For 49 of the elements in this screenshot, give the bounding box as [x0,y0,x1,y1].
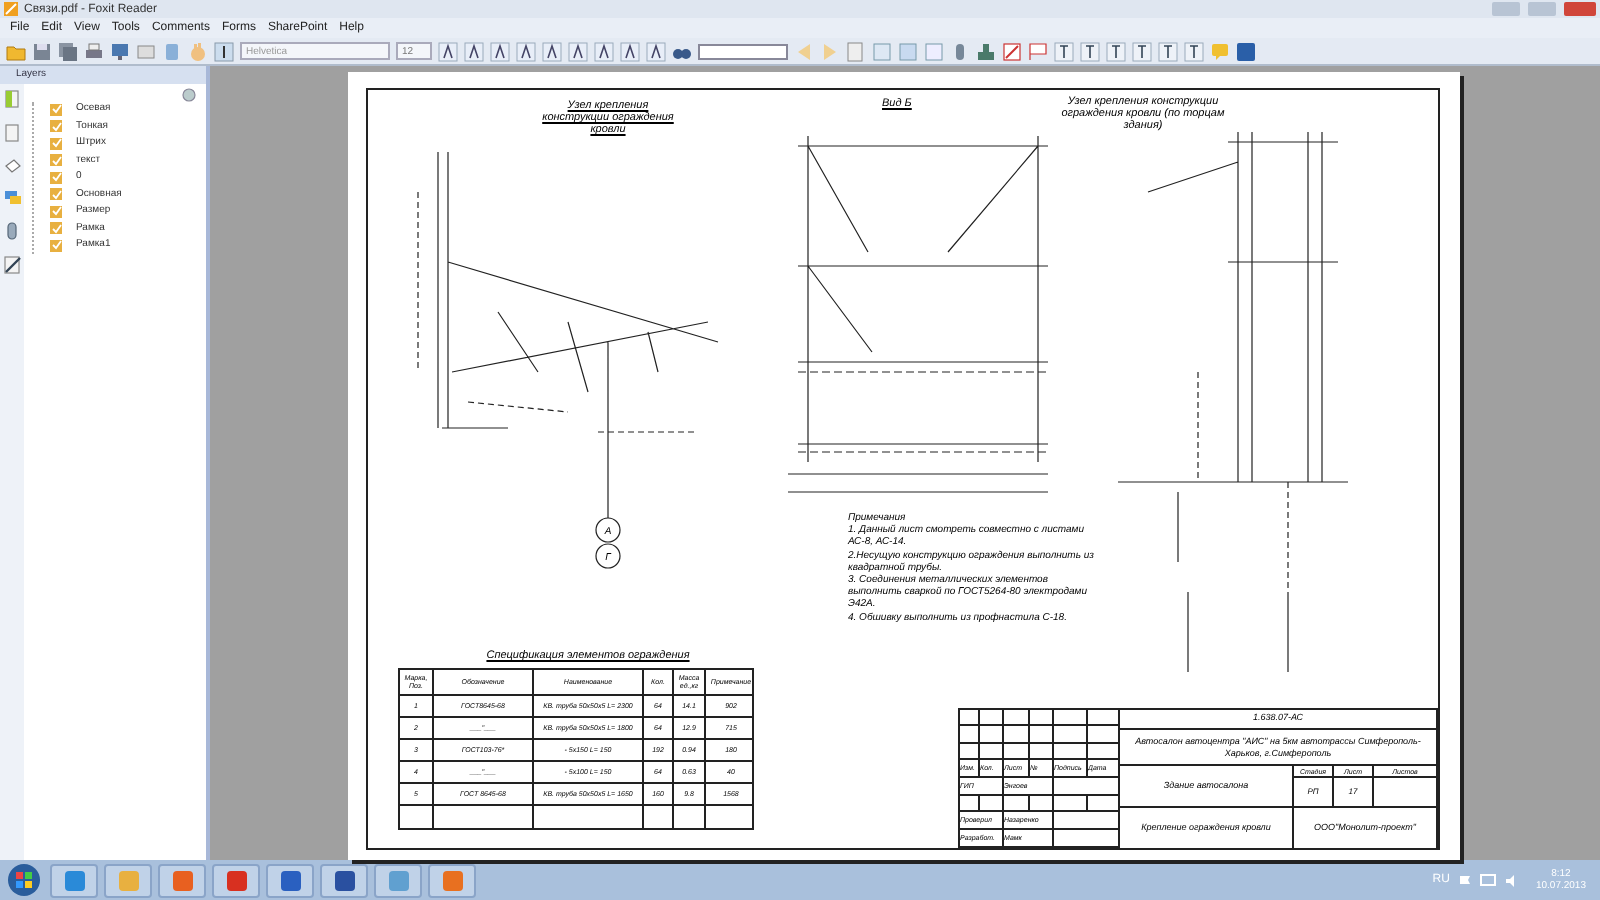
text-markup-icon[interactable] [1054,41,1074,61]
print-icon[interactable] [84,41,104,61]
text-markup-icon[interactable] [1158,41,1178,61]
layer-checkbox[interactable] [50,154,62,167]
speaker-icon[interactable] [1503,873,1520,887]
start-button[interactable] [6,862,42,898]
pencil-icon[interactable] [1002,41,1022,61]
text-format-icon[interactable] [568,41,588,61]
taskbar-button[interactable] [428,863,476,897]
layer-checkbox[interactable] [50,188,62,201]
paperclip-icon[interactable] [6,222,18,240]
select-text-icon[interactable] [214,41,234,61]
taskbar-button[interactable] [320,863,368,897]
pen-icon[interactable] [3,256,21,274]
layers-icon[interactable] [3,158,21,174]
comment-icon[interactable] [3,190,21,206]
text-format-icon[interactable] [646,41,666,61]
layer-checkbox[interactable] [50,171,62,184]
flag-icon[interactable] [1028,41,1048,61]
actual-size-icon[interactable] [924,41,944,61]
stamp-icon[interactable] [976,41,996,61]
text-format-icon[interactable] [438,41,458,61]
layer-checkbox[interactable] [50,222,62,235]
text-format-icon[interactable] [516,41,536,61]
flag-icon[interactable] [1457,873,1472,887]
monitor-icon[interactable] [110,41,130,61]
save-all-icon[interactable] [58,41,78,61]
layer-checkbox[interactable] [50,239,62,252]
save-icon[interactable] [32,41,52,61]
network-icon[interactable] [1479,873,1496,887]
taskbar-button[interactable] [374,863,422,897]
layer-checkbox[interactable] [50,120,62,133]
text-format-icon[interactable] [620,41,640,61]
layer-checkbox[interactable] [50,103,62,116]
text-markup-icon[interactable] [1184,41,1204,61]
search-field[interactable] [698,43,788,59]
settings-icon[interactable] [182,88,196,102]
text-markup-icon[interactable] [1132,41,1152,61]
layer-checkbox[interactable] [50,137,62,150]
text-format-icon[interactable] [464,41,484,61]
layer-checkbox[interactable] [50,205,62,218]
text-format-icon[interactable] [542,41,562,61]
text-markup-icon[interactable] [1080,41,1100,61]
paperclip-icon[interactable] [950,41,970,61]
fit-width-icon[interactable] [898,41,918,61]
fit-page-icon[interactable] [872,41,892,61]
text-markup-icon[interactable] [1106,41,1126,61]
text-format-icon[interactable] [594,41,614,61]
text-format-icon[interactable] [490,41,510,61]
